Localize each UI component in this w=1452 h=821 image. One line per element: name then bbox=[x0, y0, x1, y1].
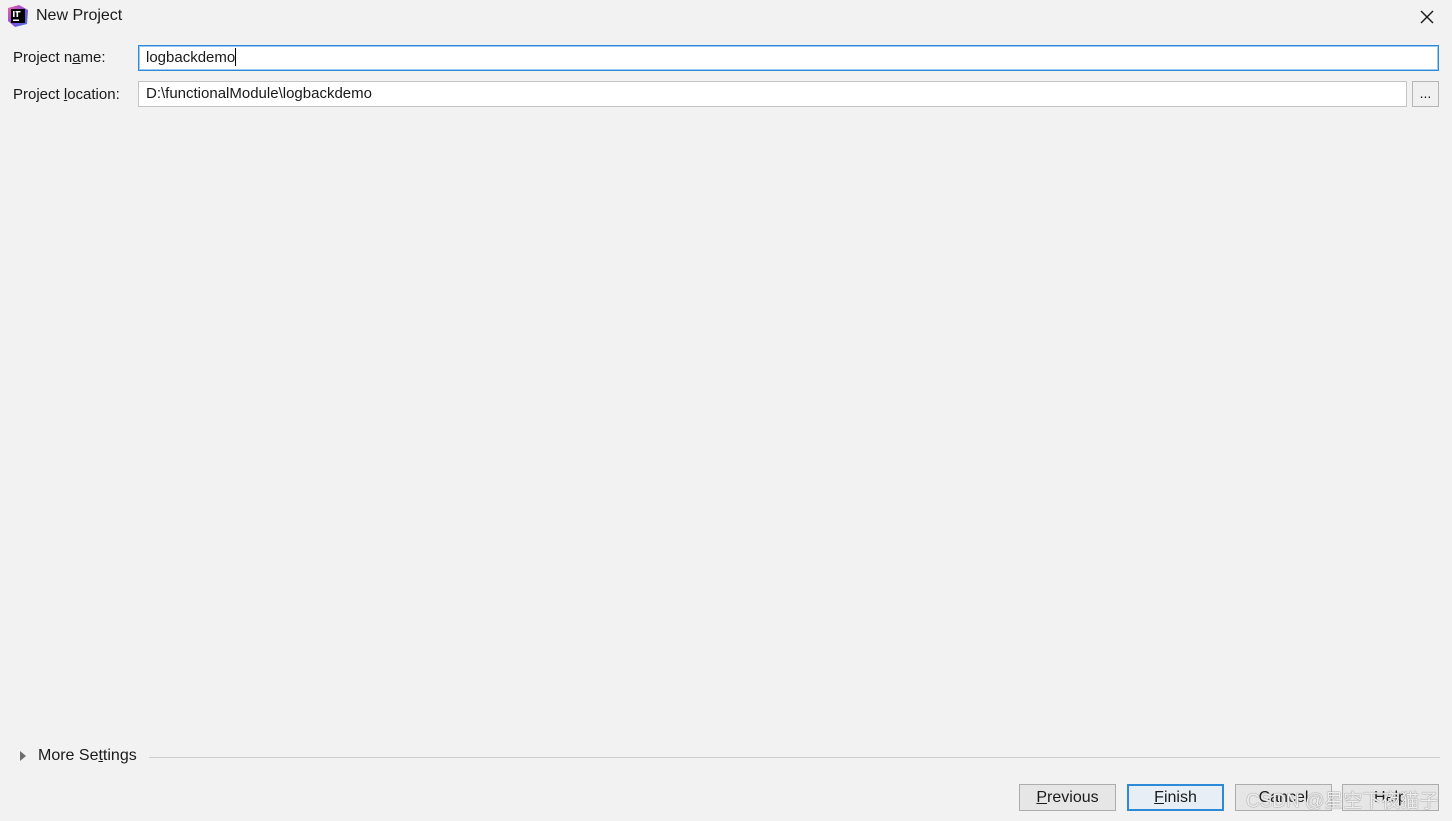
intellij-idea-icon bbox=[7, 5, 29, 27]
project-location-value: D:\functionalModule\logbackdemo bbox=[146, 85, 372, 102]
help-button[interactable]: Help bbox=[1342, 784, 1439, 811]
finish-label: inish bbox=[1163, 789, 1197, 806]
project-name-label-pre: Project n bbox=[13, 49, 73, 66]
new-project-dialog: New Project Project name: logbackdemo Pr… bbox=[0, 0, 1452, 821]
project-name-label: Project name: bbox=[13, 49, 106, 66]
project-location-label: Project location: bbox=[13, 86, 120, 103]
text-caret bbox=[235, 48, 237, 66]
previous-button[interactable]: Previous bbox=[1019, 784, 1116, 811]
previous-label: revious bbox=[1047, 789, 1099, 806]
project-name-label-mnemonic: a bbox=[72, 49, 81, 66]
browse-location-button[interactable]: ... bbox=[1412, 81, 1439, 107]
title-bar: New Project bbox=[0, 0, 1452, 34]
close-icon bbox=[1420, 10, 1434, 24]
close-button[interactable] bbox=[1414, 4, 1440, 30]
cancel-button[interactable]: Cancel bbox=[1235, 784, 1332, 811]
more-settings-toggle[interactable]: More Settings bbox=[16, 745, 137, 767]
project-name-label-post: me: bbox=[80, 49, 106, 66]
project-name-value: logbackdemo bbox=[146, 49, 236, 66]
previous-mnemonic: P bbox=[1036, 789, 1048, 806]
more-settings-divider bbox=[149, 757, 1440, 758]
finish-button[interactable]: Finish bbox=[1127, 784, 1224, 811]
more-settings-label-pre: More Se bbox=[38, 747, 99, 764]
expand-arrow-icon bbox=[20, 751, 26, 761]
project-name-input[interactable]: logbackdemo bbox=[138, 45, 1439, 71]
more-settings-label: More Settings bbox=[38, 747, 137, 765]
window-title: New Project bbox=[36, 7, 123, 24]
project-location-label-post: ocation: bbox=[67, 86, 120, 103]
more-settings-label-post: tings bbox=[102, 747, 137, 764]
project-location-input[interactable]: D:\functionalModule\logbackdemo bbox=[138, 81, 1407, 107]
finish-mnemonic: F bbox=[1154, 789, 1164, 806]
project-location-label-pre: Project bbox=[13, 86, 64, 103]
